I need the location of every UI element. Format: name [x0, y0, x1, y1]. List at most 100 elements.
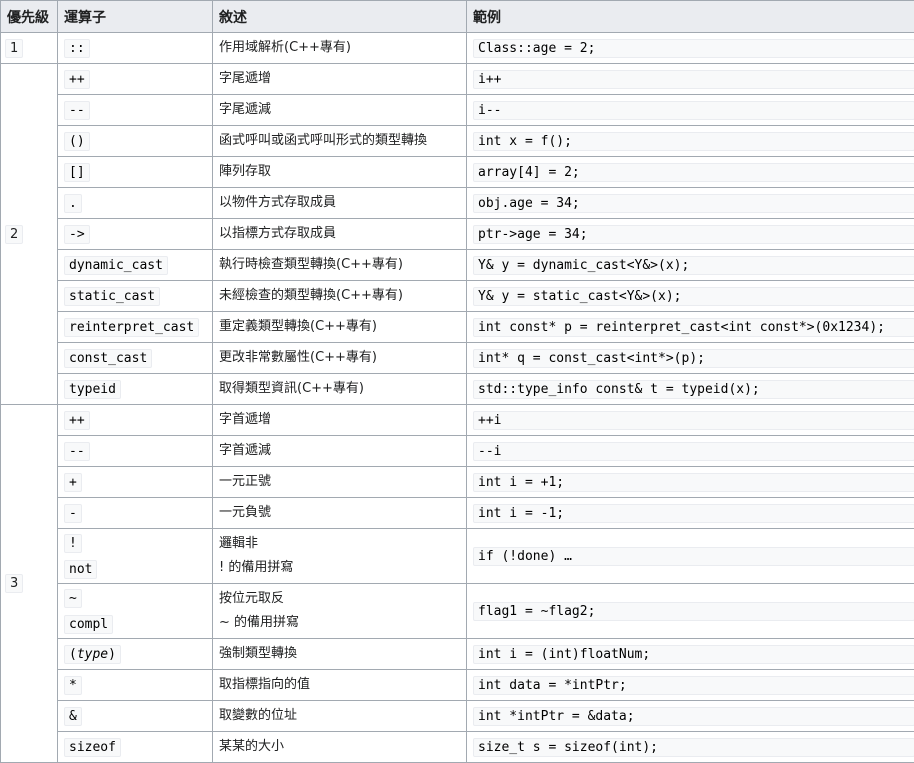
- operator-code: const_cast: [64, 349, 153, 368]
- operator-line: reinterpret_cast: [64, 314, 212, 340]
- description-text: 執行時檢查類型轉換(C++專有): [219, 257, 404, 272]
- example-code: int *intPtr = &data;: [473, 706, 914, 726]
- example-code: size_t s = sizeof(int);: [473, 737, 914, 757]
- operator-cell: ->: [57, 218, 213, 250]
- example-code: obj.age = 34;: [473, 193, 914, 213]
- example-cell: --i: [466, 435, 914, 467]
- description-cell: 某某的大小: [212, 731, 467, 763]
- description-text: 重定義類型轉換(C++專有): [219, 319, 378, 334]
- operator-code: &: [64, 707, 82, 726]
- description-cell: 取變數的位址: [212, 700, 467, 732]
- description-cell: 按位元取反 ~ 的備用拼寫: [212, 583, 467, 639]
- operator-cell: --: [57, 435, 213, 467]
- example-code: int* q = const_cast<int*>(p);: [473, 348, 914, 368]
- operator-cell: -: [57, 497, 213, 529]
- description-cell: 字首遞減: [212, 435, 467, 467]
- operator-cell: const_cast: [57, 342, 213, 374]
- example-code: int i = (int)floatNum;: [473, 644, 914, 664]
- operator-code: (): [64, 132, 90, 151]
- description-cell: 以物件方式存取成員: [212, 187, 467, 219]
- example-cell: int const* p = reinterpret_cast<int cons…: [466, 311, 914, 343]
- operator-cell: *: [57, 669, 213, 701]
- example-cell: ptr->age = 34;: [466, 218, 914, 250]
- operator-code: ~: [64, 589, 82, 608]
- operator-line: .: [64, 190, 212, 216]
- example-code: ptr->age = 34;: [473, 224, 914, 244]
- operator-code: +: [64, 473, 82, 492]
- operator-line: +: [64, 469, 212, 495]
- example-code: int x = f();: [473, 131, 914, 151]
- operator-cell: sizeof: [57, 731, 213, 763]
- description-text: 字首遞增: [219, 412, 272, 427]
- operator-line: (): [64, 128, 212, 154]
- precedence-cell: 1: [0, 32, 58, 64]
- example-code: int i = -1;: [473, 503, 914, 523]
- header-description: 敘述: [212, 0, 467, 33]
- example-cell: obj.age = 34;: [466, 187, 914, 219]
- description-cell: 以指標方式存取成員: [212, 218, 467, 250]
- operator-line: ++: [64, 66, 212, 92]
- operator-line: static_cast: [64, 283, 212, 309]
- example-code: Y& y = dynamic_cast<Y&>(x);: [473, 255, 914, 275]
- header-example: 範例: [466, 0, 914, 33]
- description-cell: 強制類型轉換: [212, 638, 467, 670]
- description-text: 邏輯非: [219, 536, 259, 551]
- example-code: Class::age = 2;: [473, 38, 914, 58]
- example-code: --i: [473, 441, 914, 461]
- example-cell: int i = (int)floatNum;: [466, 638, 914, 670]
- operator-cell: []: [57, 156, 213, 188]
- precedence-number: 2: [5, 224, 24, 244]
- description-text: 強制類型轉換: [219, 646, 298, 661]
- precedence-number: 3: [5, 574, 24, 593]
- operator-code: ++: [64, 411, 90, 430]
- operator-cell: ! not: [57, 528, 213, 584]
- description-text: 字尾遞增: [219, 71, 272, 86]
- example-code: if (!done) …: [473, 546, 914, 566]
- example-cell: size_t s = sizeof(int);: [466, 731, 914, 763]
- description-cell: 取指標指向的值: [212, 669, 467, 701]
- operator-line: sizeof: [64, 734, 212, 760]
- operator-code: typeid: [64, 380, 121, 399]
- operator-line: !: [64, 530, 212, 556]
- description-cell: 作用域解析(C++專有): [212, 32, 467, 64]
- operator-cell: reinterpret_cast: [57, 311, 213, 343]
- description-cell: 一元負號: [212, 497, 467, 529]
- description-text: 一元負號: [219, 505, 272, 520]
- operator-code: sizeof: [64, 738, 121, 757]
- operator-cell: ~ compl: [57, 583, 213, 639]
- operator-line: ->: [64, 221, 212, 247]
- description-text: ! 的備用拼寫: [219, 560, 294, 575]
- example-code: int data = *intPtr;: [473, 675, 914, 695]
- description-text: 一元正號: [219, 474, 272, 489]
- example-code: Y& y = static_cast<Y&>(x);: [473, 286, 914, 306]
- description-text: 更改非常數屬性(C++專有): [219, 350, 378, 365]
- operator-line: ~: [64, 585, 212, 611]
- precedence-cell: 2: [0, 63, 58, 405]
- example-code: flag1 = ~flag2;: [473, 601, 914, 621]
- operator-line: ::: [64, 35, 212, 61]
- example-code: ++i: [473, 410, 914, 430]
- operator-code: reinterpret_cast: [64, 318, 200, 337]
- operator-code: .: [64, 194, 82, 213]
- description-text: 未經檢查的類型轉換(C++專有): [219, 288, 404, 303]
- example-cell: int* q = const_cast<int*>(p);: [466, 342, 914, 374]
- example-code: i--: [473, 100, 914, 120]
- operator-code: --: [64, 442, 90, 461]
- description-cell: 取得類型資訊(C++專有): [212, 373, 467, 405]
- description-cell: 陣列存取: [212, 156, 467, 188]
- example-cell: int i = +1;: [466, 466, 914, 498]
- operator-line: -: [64, 500, 212, 526]
- example-cell: int x = f();: [466, 125, 914, 157]
- example-cell: Class::age = 2;: [466, 32, 914, 64]
- example-cell: i++: [466, 63, 914, 95]
- description-text: 取變數的位址: [219, 708, 298, 723]
- operator-cell: .: [57, 187, 213, 219]
- description-cell: 字尾遞減: [212, 94, 467, 126]
- operator-cell: (type): [57, 638, 213, 670]
- operator-line: []: [64, 159, 212, 185]
- operator-line: &: [64, 703, 212, 729]
- operator-cell: ++: [57, 63, 213, 95]
- operator-code: []: [64, 163, 90, 182]
- precedence-number: 1: [5, 38, 24, 58]
- operator-cell: --: [57, 94, 213, 126]
